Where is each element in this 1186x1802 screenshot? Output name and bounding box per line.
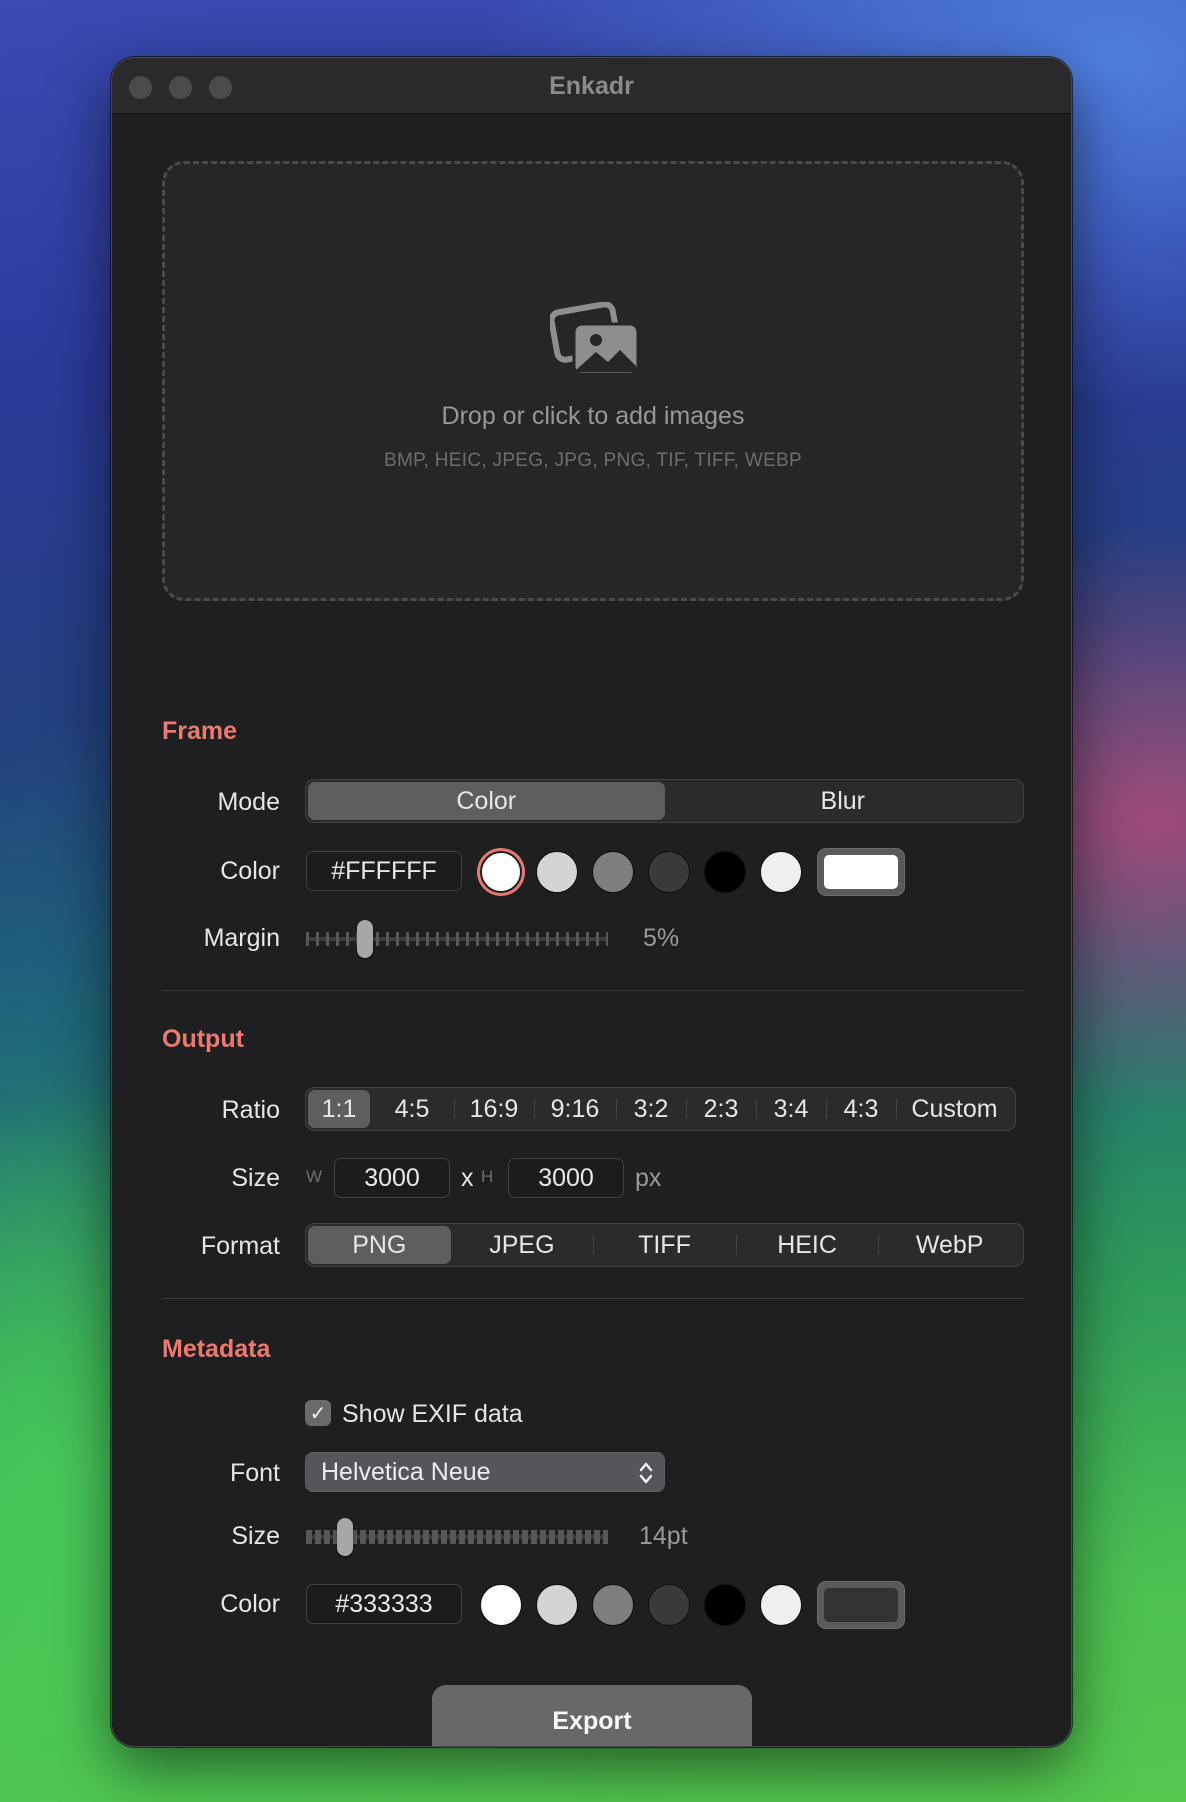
metadata-size-slider-knob[interactable] [337, 1518, 353, 1556]
mode-segmented-control: Color Blur [305, 779, 1024, 823]
frame-color-hex-field[interactable]: #FFFFFF [306, 851, 462, 891]
metadata-swatch-off-white[interactable] [760, 1584, 802, 1626]
font-label: Font [229, 1459, 280, 1487]
format-option-png[interactable]: PNG [308, 1226, 451, 1264]
size-label: Size [231, 1164, 280, 1192]
output-section-title: Output [162, 1025, 244, 1053]
font-popup-value: Helvetica Neue [321, 1457, 491, 1486]
margin-slider-knob[interactable] [357, 920, 373, 958]
metadata-size-slider[interactable] [306, 1517, 608, 1557]
format-option-heic[interactable]: HEIC [735, 1226, 879, 1264]
show-exif-checkbox[interactable]: ✓ [305, 1400, 331, 1426]
mode-option-color[interactable]: Color [308, 782, 665, 820]
format-label: Format [200, 1232, 280, 1260]
width-field[interactable]: 3000 [334, 1158, 450, 1198]
format-option-tiff[interactable]: TIFF [593, 1226, 736, 1264]
frame-swatch-light-gray[interactable] [536, 851, 578, 893]
image-drop-zone[interactable]: Drop or click to add images BMP, HEIC, J… [162, 161, 1024, 601]
drop-zone-title: Drop or click to add images [441, 402, 745, 430]
metadata-swatch-gray[interactable] [592, 1584, 634, 1626]
ratio-label: Ratio [221, 1096, 280, 1124]
frame-swatch-black[interactable] [704, 851, 746, 893]
metadata-color-well[interactable] [817, 1581, 905, 1629]
ratio-option-3-2[interactable]: 3:2 [616, 1090, 686, 1128]
size-separator: x [461, 1164, 474, 1192]
section-divider [162, 1298, 1024, 1299]
metadata-swatch-white[interactable] [480, 1584, 522, 1626]
ratio-option-2-3[interactable]: 2:3 [686, 1090, 756, 1128]
checkmark-icon: ✓ [309, 1402, 327, 1425]
ratio-segmented-control: 1:1 4:5 16:9 9:16 3:2 2:3 3:4 4:3 Custom [305, 1087, 1016, 1131]
ratio-option-custom[interactable]: Custom [896, 1090, 1013, 1128]
metadata-section-title: Metadata [162, 1335, 271, 1363]
ratio-option-3-4[interactable]: 3:4 [756, 1090, 826, 1128]
frame-color-well-fill [824, 855, 898, 889]
section-divider [162, 990, 1024, 991]
frame-swatch-off-white[interactable] [760, 851, 802, 893]
title-bar: Enkadr [112, 58, 1071, 114]
frame-swatch-dark-gray[interactable] [648, 851, 690, 893]
metadata-swatch-light-gray[interactable] [536, 1584, 578, 1626]
metadata-swatch-black[interactable] [704, 1584, 746, 1626]
ratio-option-9-16[interactable]: 9:16 [534, 1090, 616, 1128]
supported-formats: BMP, HEIC, JPEG, JPG, PNG, TIF, TIFF, WE… [383, 450, 802, 471]
metadata-color-label: Color [220, 1590, 280, 1618]
frame-color-well[interactable] [817, 848, 905, 896]
metadata-size-label: Size [231, 1522, 280, 1550]
photos-icon [548, 301, 642, 383]
export-button[interactable]: Export [432, 1685, 752, 1746]
metadata-size-value: 14pt [639, 1522, 688, 1550]
margin-value: 5% [643, 924, 680, 952]
ratio-option-16-9[interactable]: 16:9 [454, 1090, 534, 1128]
width-label: W [306, 1167, 323, 1186]
window-title: Enkadr [549, 72, 634, 100]
format-option-webp[interactable]: WebP [878, 1226, 1021, 1264]
format-segmented-control: PNG JPEG TIFF HEIC WebP [305, 1223, 1024, 1267]
show-exif-label[interactable]: Show EXIF data [342, 1400, 523, 1429]
height-field[interactable]: 3000 [508, 1158, 624, 1198]
mode-option-blur[interactable]: Blur [665, 782, 1022, 820]
margin-slider[interactable] [306, 919, 608, 959]
mode-label: Mode [217, 788, 280, 816]
metadata-color-well-fill [824, 1588, 898, 1622]
frame-swatch-gray[interactable] [592, 851, 634, 893]
format-option-jpeg[interactable]: JPEG [451, 1226, 594, 1264]
margin-label: Margin [203, 924, 280, 952]
frame-section-title: Frame [162, 717, 238, 745]
metadata-swatch-dark-gray[interactable] [648, 1584, 690, 1626]
app-window: Enkadr Drop or click to add images BMP, … [111, 57, 1072, 1747]
frame-swatch-white[interactable] [480, 851, 522, 893]
chevron-up-down-icon [638, 1459, 654, 1494]
ratio-option-4-3[interactable]: 4:3 [826, 1090, 896, 1128]
ratio-option-1-1[interactable]: 1:1 [308, 1090, 370, 1128]
frame-color-label: Color [220, 857, 280, 885]
size-unit: px [635, 1164, 662, 1192]
metadata-color-hex-field[interactable]: #333333 [306, 1584, 462, 1624]
font-popup-button[interactable]: Helvetica Neue [305, 1452, 665, 1492]
height-label: H [481, 1167, 494, 1186]
ratio-option-4-5[interactable]: 4:5 [370, 1090, 454, 1128]
